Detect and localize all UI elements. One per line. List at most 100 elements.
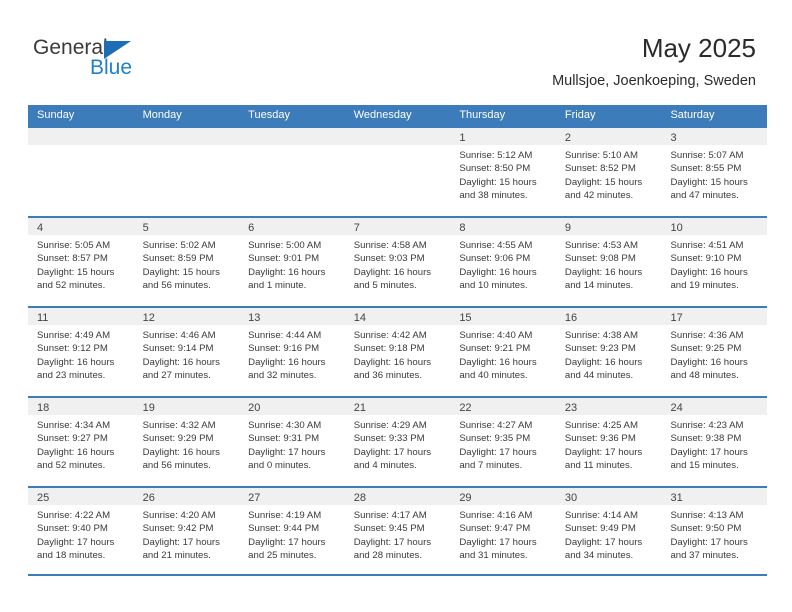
daylight-text: and 44 minutes. — [564, 369, 634, 381]
day-number: 27 — [248, 492, 261, 504]
calendar-day-cell[interactable]: 7 Sunrise: 4:58 AM Sunset: 9:03 PM Daylight… — [344, 218, 451, 306]
sunrise-text: Sunrise: 4:13 AM — [670, 510, 744, 521]
calendar-week-row: 18 Sunrise: 4:34 AM Sunset: 9:27 PM Dayligh… — [28, 396, 768, 486]
weekday-header-tuesday: Tuesday — [248, 109, 290, 121]
sunset-text: Sunset: 9:40 PM — [37, 523, 108, 535]
day-details: Sunrise: 4:36 AM Sunset: 9:25 PM Daylight:… — [661, 325, 767, 382]
calendar-day-cell[interactable]: 6 Sunrise: 5:00 AM Sunset: 9:01 PM Daylight… — [239, 218, 345, 306]
calendar-day-cell[interactable]: 13 Sunrise: 4:44 AM Sunset: 9:16 PM Dayligh… — [239, 308, 345, 396]
day-number-strip: 26 — [133, 488, 240, 505]
day-number: 10 — [670, 222, 683, 234]
sunrise-text: Sunrise: 4:38 AM — [564, 330, 638, 341]
general-blue-logo[interactable]: General Blue — [33, 37, 203, 85]
calendar-day-cell[interactable]: 17 Sunrise: 4:36 AM Sunset: 9:25 PM Dayligh… — [661, 308, 768, 396]
sunset-text: Sunset: 9:25 PM — [670, 343, 742, 355]
sunrise-text: Sunrise: 4:22 AM — [37, 510, 111, 521]
calendar-day-cell[interactable]: 22 Sunrise: 4:27 AM Sunset: 9:35 PM Dayligh… — [450, 398, 556, 486]
calendar-day-cell[interactable]: 25 Sunrise: 4:22 AM Sunset: 9:40 PM Dayligh… — [28, 488, 134, 574]
daylight-text: Daylight: 16 hours — [37, 356, 115, 368]
calendar-week-row: 25 Sunrise: 4:22 AM Sunset: 9:40 PM Dayligh… — [28, 486, 768, 576]
sunset-text: Sunset: 8:52 PM — [564, 163, 636, 175]
sunset-text: Sunset: 9:47 PM — [459, 523, 531, 535]
day-details: Sunrise: 4:38 AM Sunset: 9:23 PM Daylight:… — [556, 325, 662, 382]
day-details: Sunrise: 4:19 AM Sunset: 9:44 PM Daylight:… — [239, 505, 345, 562]
sunrise-text: Sunrise: 4:58 AM — [353, 240, 427, 251]
calendar-day-cell[interactable]: 26 Sunrise: 4:20 AM Sunset: 9:42 PM Dayligh… — [133, 488, 240, 574]
daylight-text: Daylight: 17 hours — [670, 536, 748, 548]
day-number: 15 — [459, 312, 472, 324]
daylight-text: Daylight: 15 hours — [142, 266, 220, 278]
day-number: 17 — [670, 312, 683, 324]
sunset-text: Sunset: 9:16 PM — [248, 343, 320, 355]
calendar-day-cell[interactable]: 20 Sunrise: 4:30 AM Sunset: 9:31 PM Dayligh… — [239, 398, 345, 486]
calendar-day-cell[interactable]: 31 Sunrise: 4:13 AM Sunset: 9:50 PM Dayligh… — [661, 488, 768, 574]
calendar-day-cell[interactable]: 18 Sunrise: 4:34 AM Sunset: 9:27 PM Dayligh… — [28, 398, 134, 486]
weekday-header-friday: Friday — [564, 109, 596, 121]
calendar-day-cell[interactable]: 8 Sunrise: 4:55 AM Sunset: 9:06 PM Daylight… — [450, 218, 556, 306]
calendar-day-cell[interactable]: 23 Sunrise: 4:25 AM Sunset: 9:36 PM Dayligh… — [555, 398, 662, 486]
calendar-day-cell[interactable]: 29 Sunrise: 4:16 AM Sunset: 9:47 PM Dayligh… — [450, 488, 556, 574]
daylight-text: and 56 minutes. — [142, 279, 211, 291]
daylight-text: Daylight: 15 hours — [670, 176, 748, 188]
calendar-day-cell[interactable]: 1 Sunrise: 5:12 AM Sunset: 8:50 PM Daylight… — [450, 128, 556, 216]
calendar-day-cell[interactable]: 10 Sunrise: 4:51 AM Sunset: 9:10 PM Dayligh… — [661, 218, 768, 306]
day-number: 22 — [459, 402, 472, 414]
sunset-text: Sunset: 9:23 PM — [564, 343, 636, 355]
day-number: 14 — [353, 312, 366, 324]
day-number-strip: 19 — [133, 398, 240, 415]
calendar-day-cell[interactable]: 27 Sunrise: 4:19 AM Sunset: 9:44 PM Dayligh… — [239, 488, 345, 574]
sunrise-text: Sunrise: 4:27 AM — [459, 420, 533, 431]
calendar-day-cell[interactable]: 14 Sunrise: 4:42 AM Sunset: 9:18 PM Dayligh… — [344, 308, 451, 396]
day-details: Sunrise: 4:51 AM Sunset: 9:10 PM Daylight:… — [661, 235, 767, 292]
calendar-day-cell[interactable]: 11 Sunrise: 4:49 AM Sunset: 9:12 PM Dayligh… — [28, 308, 134, 396]
sunset-text: Sunset: 8:50 PM — [459, 163, 531, 175]
calendar-day-cell[interactable]: 28 Sunrise: 4:17 AM Sunset: 9:45 PM Dayligh… — [344, 488, 451, 574]
day-number-strip: 11 — [28, 308, 134, 325]
calendar-day-cell[interactable]: 24 Sunrise: 4:23 AM Sunset: 9:38 PM Dayligh… — [661, 398, 768, 486]
day-number-strip — [133, 128, 240, 145]
daylight-text: and 15 minutes. — [670, 459, 739, 471]
sunset-text: Sunset: 9:35 PM — [459, 433, 531, 445]
day-number-strip — [239, 128, 345, 145]
calendar-day-cell[interactable]: 3 Sunrise: 5:07 AM Sunset: 8:55 PM Daylight… — [661, 128, 768, 216]
calendar-day-cell[interactable]: 30 Sunrise: 4:14 AM Sunset: 9:49 PM Dayligh… — [555, 488, 662, 574]
calendar-day-cell[interactable]: 4 Sunrise: 5:05 AM Sunset: 8:57 PM Daylight… — [28, 218, 134, 306]
daylight-text: and 52 minutes. — [37, 459, 106, 471]
daylight-text: Daylight: 17 hours — [248, 536, 326, 548]
day-number: 11 — [37, 312, 49, 324]
day-number-strip: 16 — [555, 308, 662, 325]
day-number-strip: 7 — [344, 218, 451, 235]
weekday-header-sunday: Sunday — [37, 109, 75, 121]
day-number-strip: 23 — [555, 398, 662, 415]
page-title: May 2025 — [641, 33, 756, 63]
sunset-text: Sunset: 9:42 PM — [142, 523, 214, 535]
calendar-day-cell[interactable]: 19 Sunrise: 4:32 AM Sunset: 9:29 PM Dayligh… — [133, 398, 240, 486]
daylight-text: Daylight: 17 hours — [142, 536, 220, 548]
page-subtitle: Mullsjoe, Joenkoeping, Sweden — [552, 73, 756, 89]
daylight-text: Daylight: 17 hours — [353, 536, 432, 548]
day-number-strip: 14 — [344, 308, 451, 325]
sunrise-text: Sunrise: 4:53 AM — [564, 240, 638, 251]
calendar-day-cell[interactable]: 9 Sunrise: 4:53 AM Sunset: 9:08 PM Daylight… — [555, 218, 662, 306]
calendar-day-cell[interactable]: 16 Sunrise: 4:38 AM Sunset: 9:23 PM Dayligh… — [555, 308, 662, 396]
sunset-text: Sunset: 9:14 PM — [142, 343, 214, 355]
day-number-strip: 8 — [450, 218, 556, 235]
daylight-text: and 10 minutes. — [459, 279, 528, 291]
sunrise-text: Sunrise: 4:19 AM — [248, 510, 322, 521]
daylight-text: Daylight: 16 hours — [142, 446, 220, 458]
day-details — [134, 145, 240, 149]
day-number: 2 — [564, 132, 572, 144]
daylight-text: Daylight: 17 hours — [670, 446, 748, 458]
daylight-text: and 28 minutes. — [353, 549, 423, 561]
calendar-day-cell[interactable]: 2 Sunrise: 5:10 AM Sunset: 8:52 PM Daylight… — [555, 128, 662, 216]
calendar-day-cell[interactable]: 5 Sunrise: 5:02 AM Sunset: 8:59 PM Daylight… — [133, 218, 240, 306]
sunrise-text: Sunrise: 5:02 AM — [142, 240, 216, 251]
sunset-text: Sunset: 9:06 PM — [459, 253, 531, 265]
day-number-strip: 12 — [133, 308, 240, 325]
daylight-text: and 56 minutes. — [142, 459, 211, 471]
calendar-day-cell[interactable]: 12 Sunrise: 4:46 AM Sunset: 9:14 PM Dayligh… — [133, 308, 240, 396]
sunset-text: Sunset: 8:59 PM — [142, 253, 214, 265]
calendar-day-cell[interactable]: 21 Sunrise: 4:29 AM Sunset: 9:33 PM Dayligh… — [344, 398, 451, 486]
daylight-text: and 11 minutes. — [564, 459, 633, 471]
calendar-day-cell[interactable]: 15 Sunrise: 4:40 AM Sunset: 9:21 PM Dayligh… — [450, 308, 556, 396]
